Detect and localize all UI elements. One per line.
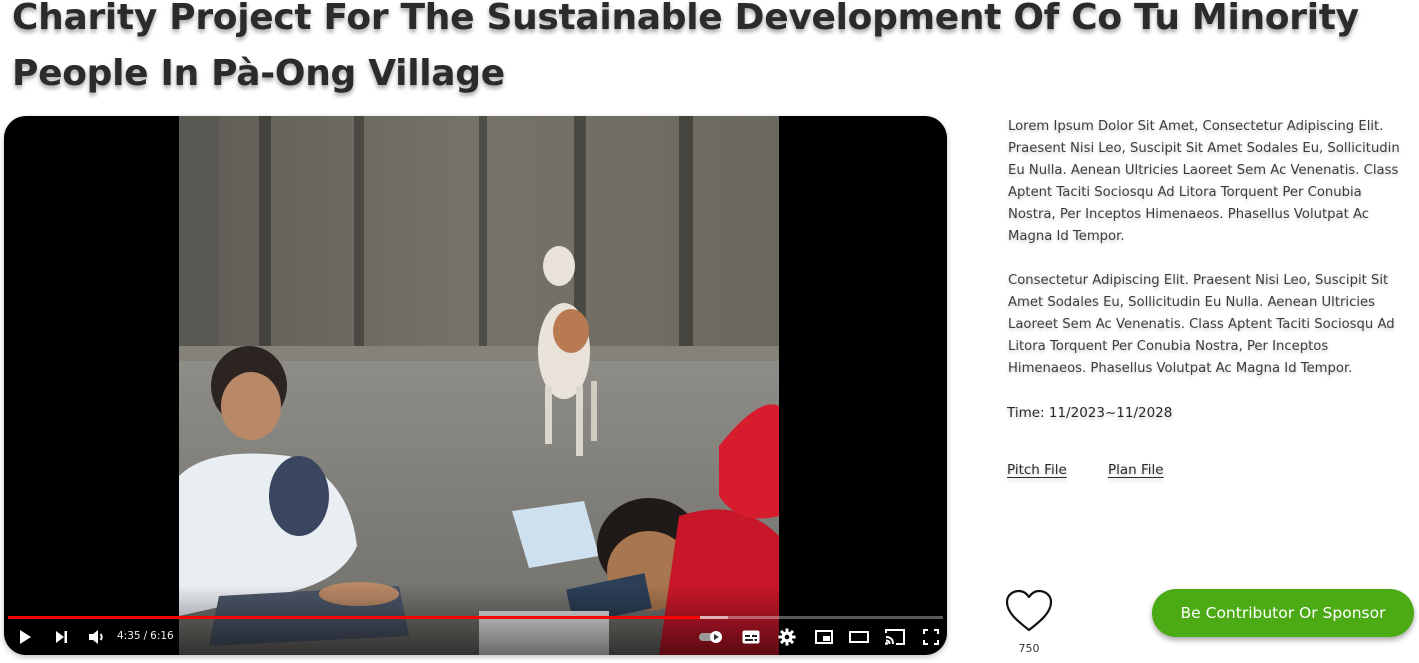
time-separator: /	[143, 630, 148, 642]
video-player[interactable]: 4:35/6:16	[4, 116, 947, 655]
current-time: 4:35	[117, 630, 141, 642]
settings-icon	[778, 628, 796, 646]
volume-icon	[89, 630, 103, 644]
fullscreen-button[interactable]	[920, 626, 942, 648]
subtitles-icon	[742, 630, 760, 644]
autoplay-toggle-icon	[699, 631, 722, 643]
subtitles-button[interactable]	[740, 626, 762, 648]
video-thumbnail-image	[179, 116, 779, 655]
project-time-range: Time: 11/2023~11/2028	[1007, 405, 1173, 421]
plan-file-link[interactable]: Plan File	[1108, 462, 1164, 478]
next-button[interactable]	[50, 626, 72, 648]
duration: 6:16	[150, 630, 174, 642]
player-controls: 4:35/6:16	[4, 617, 947, 655]
miniplayer-button[interactable]	[813, 626, 835, 648]
play-icon	[20, 630, 31, 644]
theater-mode-button[interactable]	[848, 626, 870, 648]
video-frame[interactable]	[179, 116, 779, 655]
fullscreen-icon	[923, 629, 939, 645]
next-icon	[56, 631, 67, 643]
settings-button[interactable]	[776, 626, 798, 648]
cast-icon	[885, 629, 905, 645]
miniplayer-icon	[815, 630, 833, 644]
volume-button[interactable]	[86, 626, 108, 648]
play-button[interactable]	[14, 626, 36, 648]
time-display: 4:35/6:16	[117, 630, 174, 642]
like-count: 750	[1018, 642, 1040, 655]
theater-mode-icon	[849, 631, 869, 643]
page-title: Charity Project For The Sustainable Deve…	[12, 0, 1359, 94]
like-button[interactable]	[1004, 588, 1054, 634]
cast-button[interactable]	[884, 626, 906, 648]
heart-icon	[1005, 589, 1053, 632]
be-contributor-button[interactable]: Be Contributor Or Sponsor	[1152, 589, 1414, 637]
pitch-file-link[interactable]: Pitch File	[1007, 462, 1067, 478]
description-paragraph-1: Lorem Ipsum Dolor Sit Amet, Consectetur …	[1008, 119, 1400, 244]
autoplay-toggle[interactable]	[698, 626, 726, 648]
description-paragraph-2: Consectetur Adipiscing Elit. Praesent Ni…	[1008, 273, 1395, 376]
